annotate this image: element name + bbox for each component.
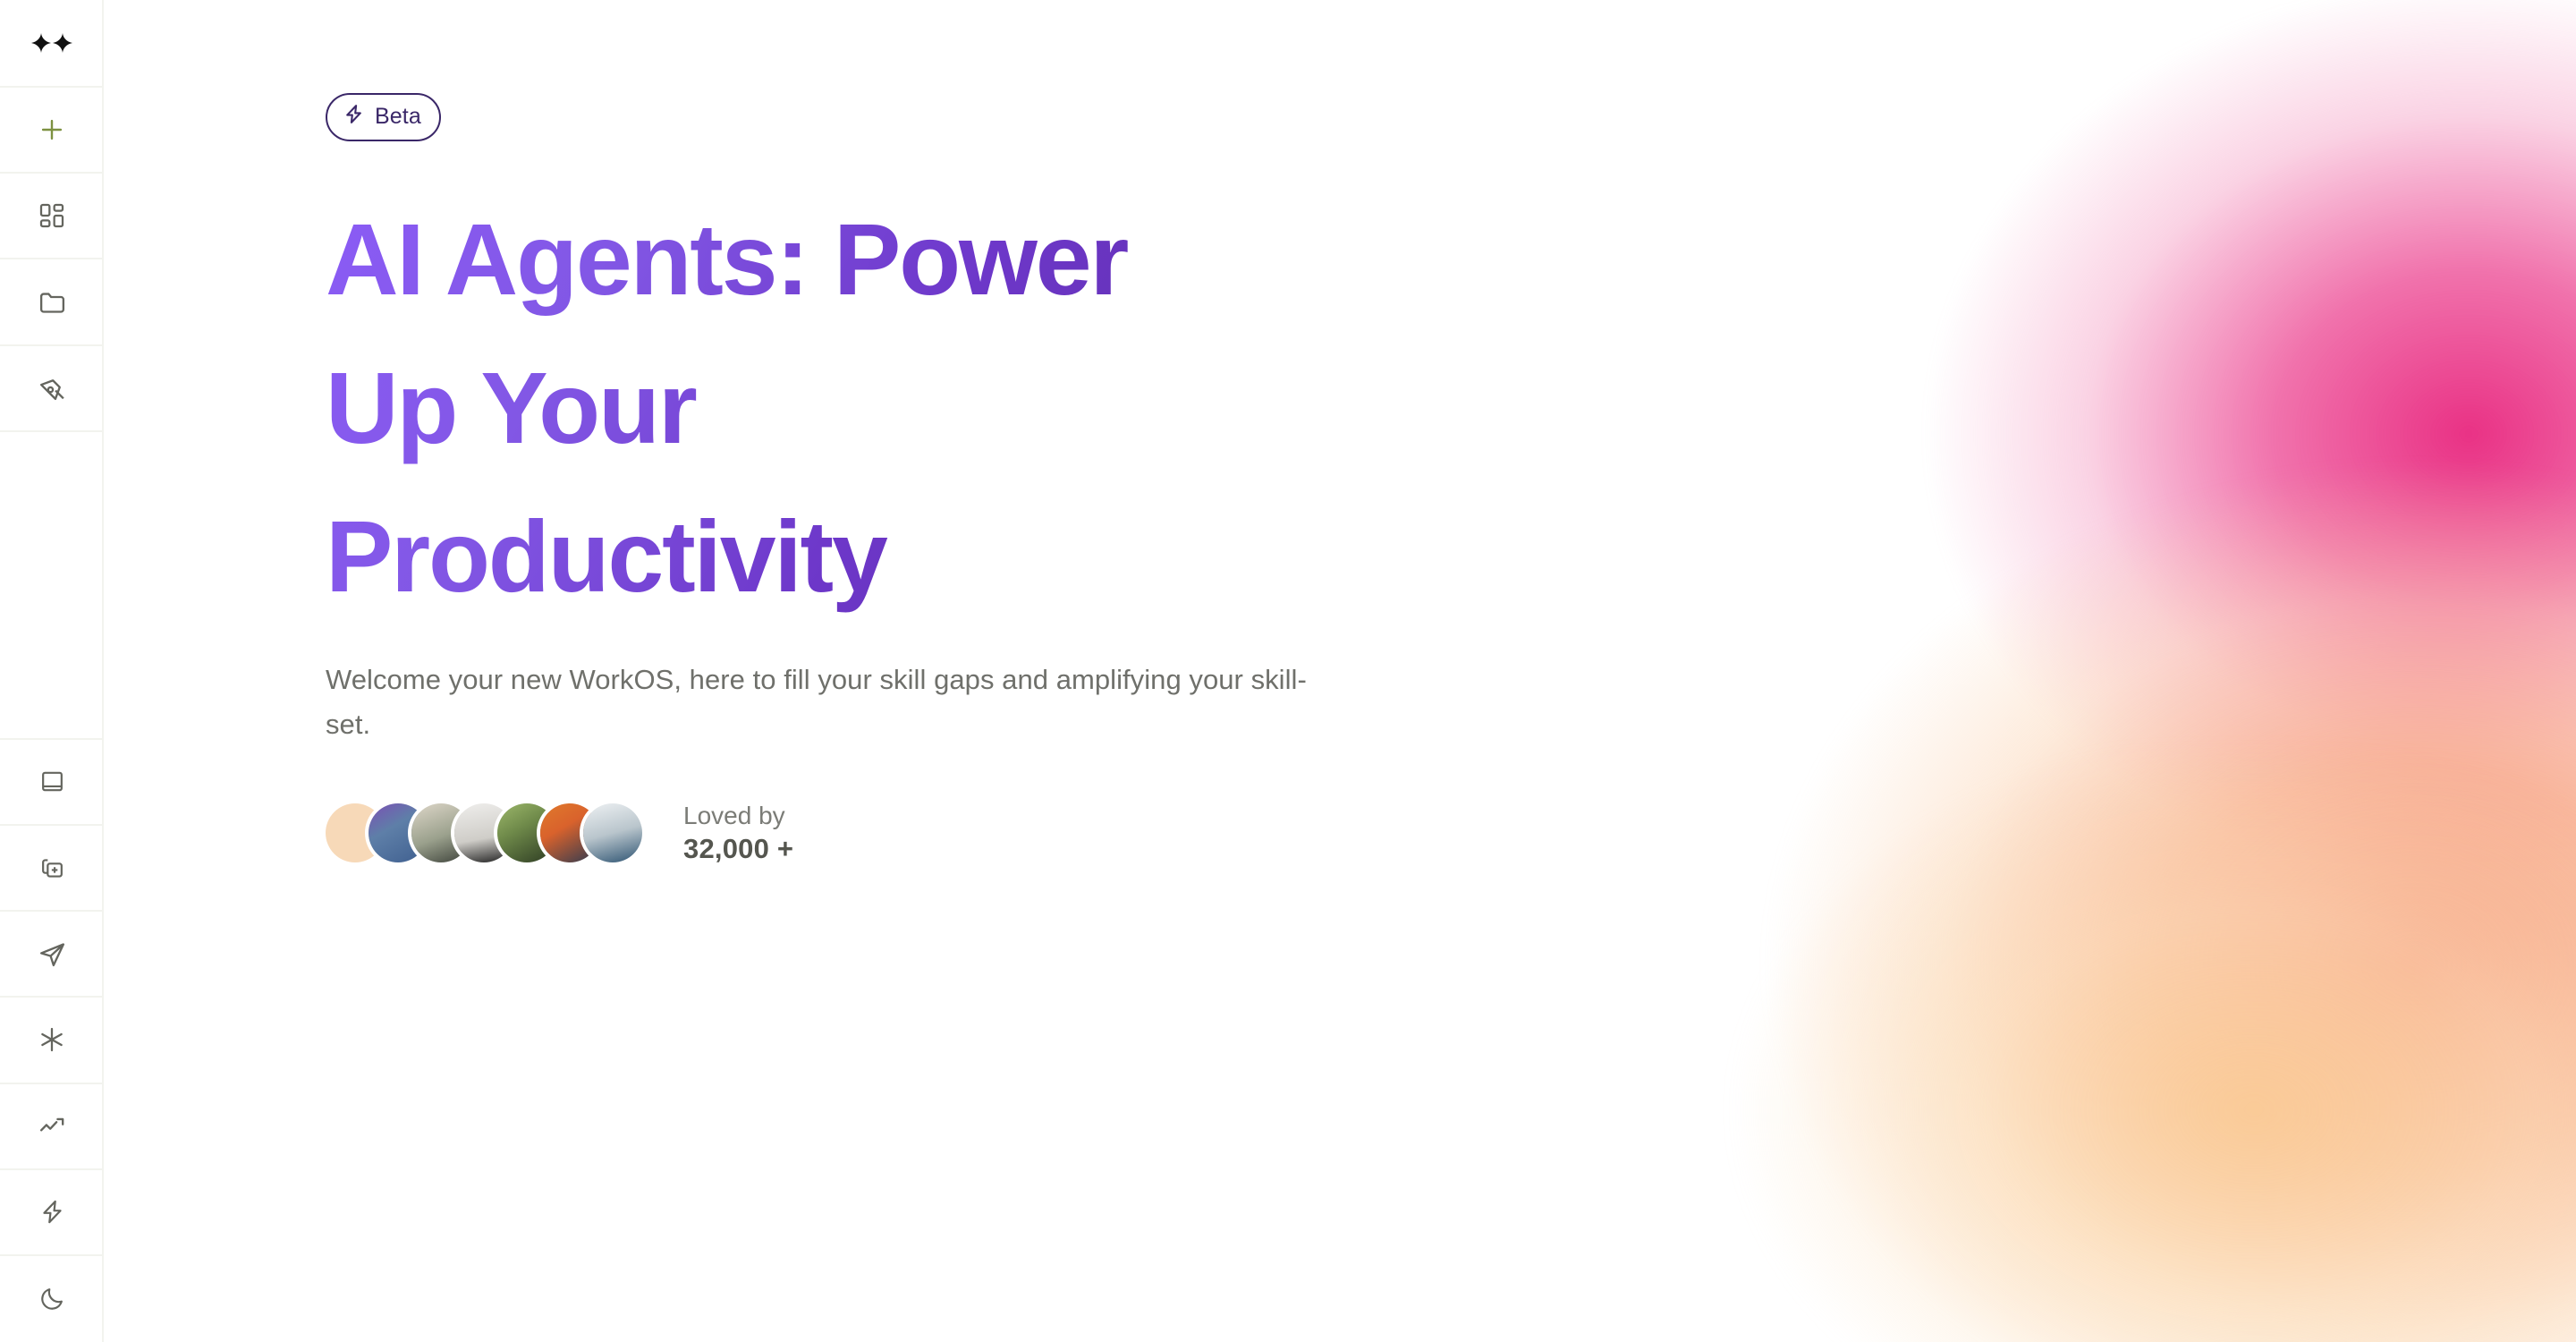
sidebar-item-magic[interactable] <box>0 998 104 1084</box>
hero-subtitle: Welcome your new WorkOS, here to fill yo… <box>326 664 1307 740</box>
paper-plane-icon <box>38 939 67 969</box>
sidebar-item-send[interactable] <box>0 912 104 998</box>
gradient-pink <box>1503 0 2576 904</box>
sidebar <box>0 0 104 1342</box>
pen-nib-icon <box>38 373 67 403</box>
hero-panel: Beta AI Agents: Power Up Your Productivi… <box>104 0 1339 1342</box>
avatar <box>583 803 642 863</box>
beta-badge-label: Beta <box>375 104 421 129</box>
loved-by-label: Loved by <box>683 801 785 829</box>
sidebar-item-dark-mode[interactable] <box>0 1256 104 1342</box>
social-proof-text: Loved by 32,000 + <box>683 800 793 868</box>
sidebar-item-analytics[interactable] <box>0 1084 104 1170</box>
gradient-amber <box>1503 752 2576 1342</box>
sidebar-item-duplicate[interactable] <box>0 826 104 913</box>
zap-icon <box>38 1198 66 1226</box>
avatar-group <box>326 803 642 863</box>
agent-form-panel: Agent Document Chat Templates SEO Writer… <box>1339 0 2576 1342</box>
gradient-peach <box>1440 420 2576 1342</box>
beta-badge: Beta <box>326 93 441 141</box>
sidebar-item-automations[interactable] <box>0 1170 104 1256</box>
plus-icon <box>37 115 67 145</box>
page-title: AI Agents: Power Up Your Productivity <box>326 185 1220 631</box>
asterisk-sparkle-icon <box>38 1025 66 1054</box>
grid-dashboard-icon <box>38 201 66 230</box>
copy-plus-icon <box>38 854 66 882</box>
book-icon <box>38 768 66 795</box>
moon-icon <box>38 1285 66 1312</box>
trending-up-icon <box>38 1111 67 1141</box>
folder-icon <box>38 287 67 317</box>
sidebar-item-library[interactable] <box>0 740 104 826</box>
sidebar-item-new[interactable] <box>0 88 104 174</box>
sidebar-item-dashboard[interactable] <box>0 174 104 260</box>
double-sparkle-logo-icon <box>31 32 72 54</box>
zap-icon <box>343 103 365 132</box>
app-logo <box>0 0 104 89</box>
social-proof: Loved by 32,000 + <box>326 800 1339 868</box>
sidebar-item-write[interactable] <box>0 346 104 432</box>
loved-by-count: 32,000 + <box>683 833 794 865</box>
sidebar-spacer <box>0 432 102 740</box>
sidebar-item-files[interactable] <box>0 259 104 346</box>
app-root: Beta AI Agents: Power Up Your Productivi… <box>0 0 2576 1342</box>
